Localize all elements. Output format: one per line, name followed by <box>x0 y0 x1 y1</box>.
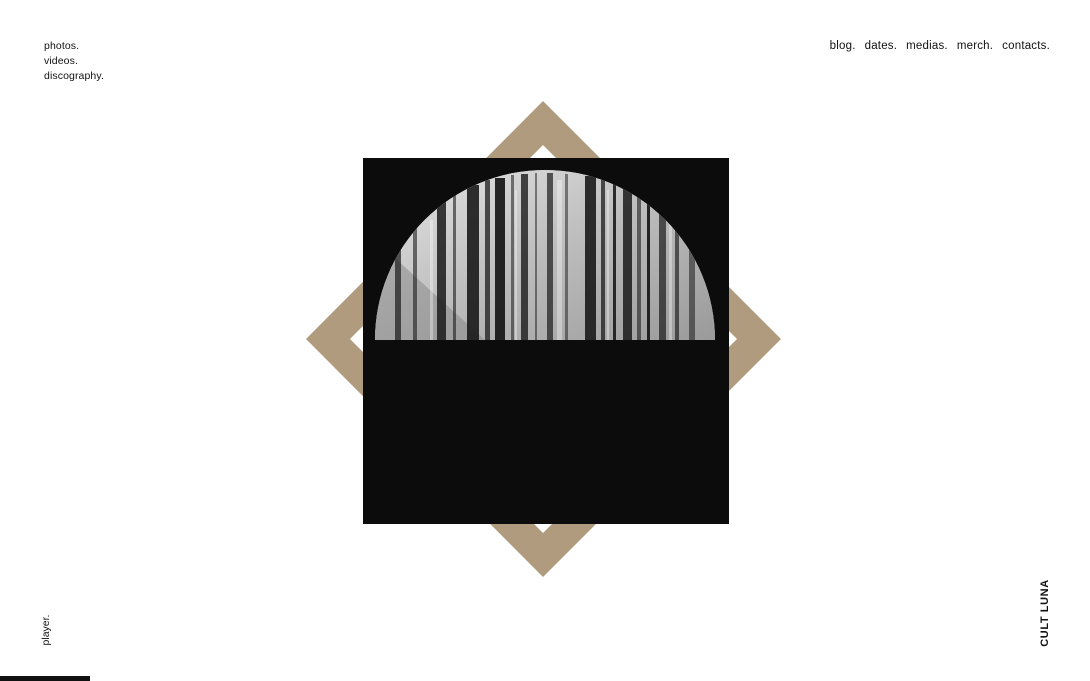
left-navigation: photos. videos. discography. <box>44 39 104 83</box>
nav-link-blog[interactable]: blog. <box>830 39 856 53</box>
player-progress-bar[interactable] <box>0 676 90 681</box>
album-texture-graphic <box>375 170 715 340</box>
album-cover[interactable] <box>363 158 729 524</box>
nav-link-photos[interactable]: photos. <box>44 39 104 53</box>
nav-link-contacts[interactable]: contacts. <box>1002 39 1050 53</box>
player-toggle[interactable]: player. <box>38 612 54 648</box>
right-navigation: blog. dates. medias. merch. contacts. <box>830 39 1050 53</box>
album-artwork-arc <box>375 170 715 340</box>
nav-link-videos[interactable]: videos. <box>44 54 104 68</box>
player-label: player. <box>40 614 52 646</box>
brand-logo-text: CULT LUNA <box>1039 579 1051 647</box>
page: photos. videos. discography. blog. dates… <box>0 0 1090 681</box>
nav-link-dates[interactable]: dates. <box>865 39 898 53</box>
nav-link-discography[interactable]: discography. <box>44 69 104 83</box>
brand-logo[interactable]: CULT LUNA <box>1037 578 1053 648</box>
nav-link-merch[interactable]: merch. <box>957 39 993 53</box>
nav-link-medias[interactable]: medias. <box>906 39 948 53</box>
